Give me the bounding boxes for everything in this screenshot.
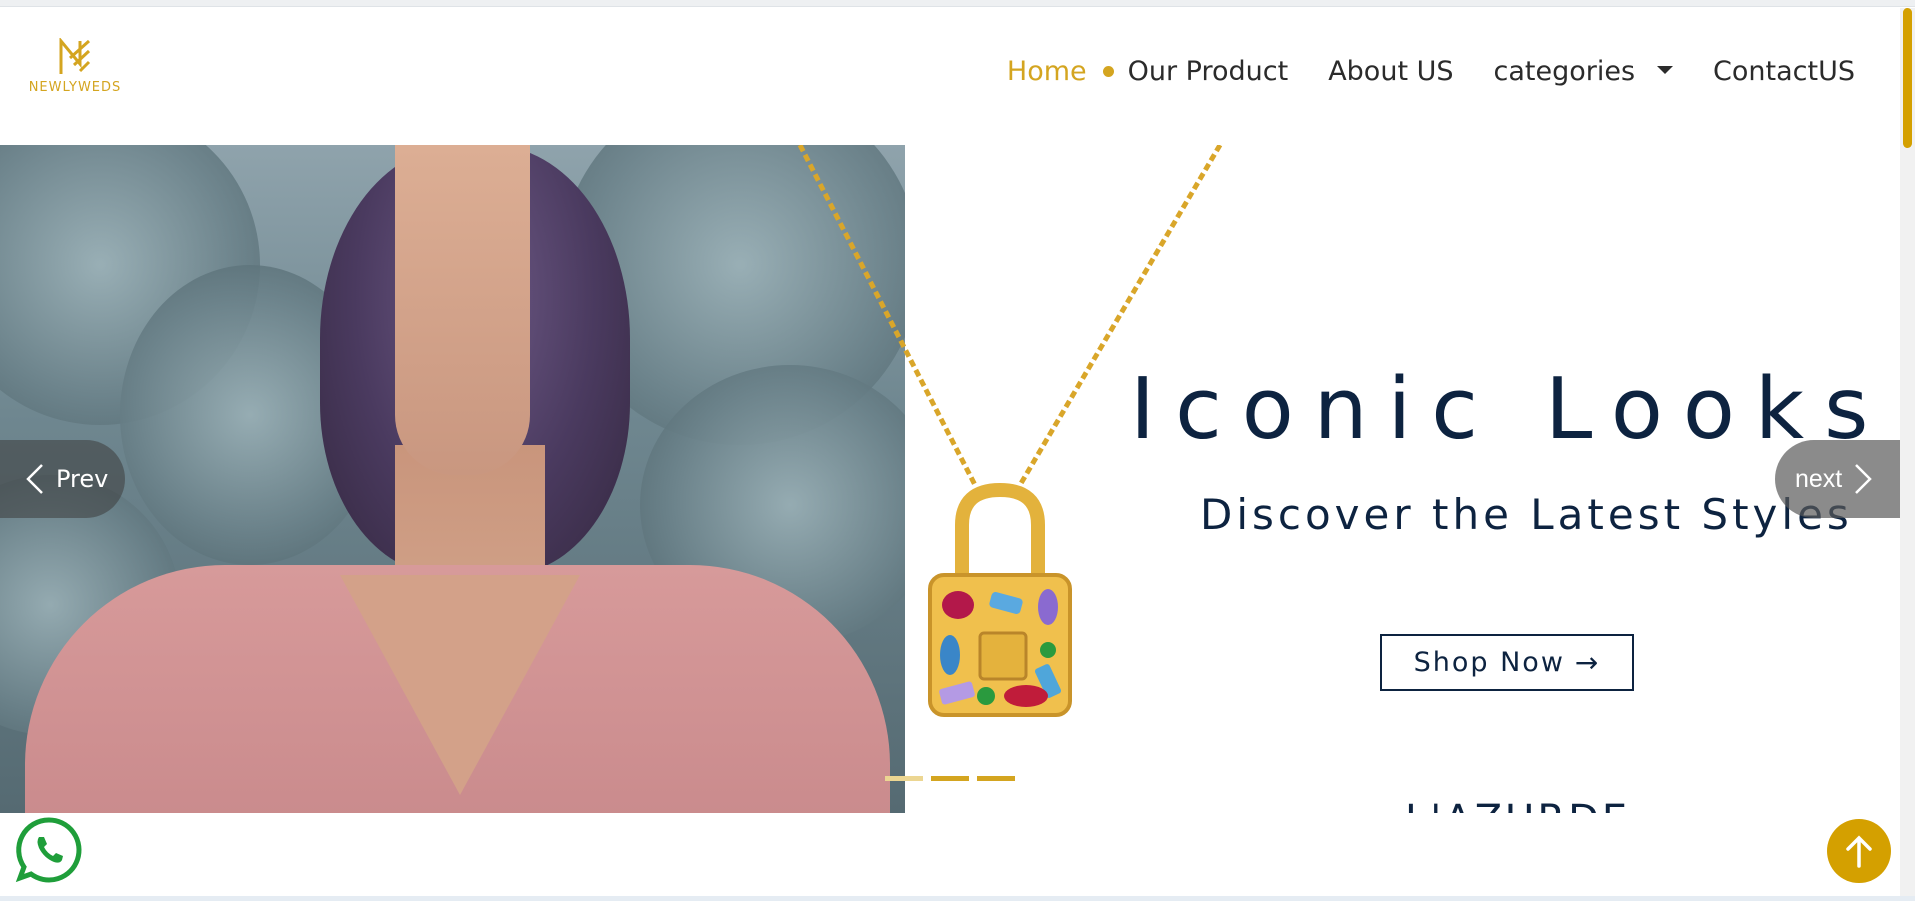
back-to-top-button[interactable] bbox=[1827, 819, 1891, 883]
whatsapp-button[interactable] bbox=[14, 815, 84, 885]
logo[interactable]: NEWLYWEDS bbox=[20, 38, 130, 113]
arrow-right-icon: → bbox=[1574, 646, 1601, 679]
next-label: next bbox=[1795, 464, 1843, 493]
hero-carousel: Iconic Looks Discover the Latest Styles … bbox=[0, 145, 1900, 813]
carousel-prev-button[interactable]: Prev bbox=[0, 440, 125, 518]
nav-our-product[interactable]: Our Product bbox=[1128, 56, 1289, 87]
model-photo bbox=[0, 145, 905, 813]
carousel-next-button[interactable]: next bbox=[1775, 440, 1900, 518]
page: NEWLYWEDS Home Our Product About US cate… bbox=[0, 0, 1915, 901]
carousel-indicator[interactable] bbox=[885, 776, 923, 781]
nav-home[interactable]: Home bbox=[1007, 56, 1087, 87]
whatsapp-icon bbox=[15, 817, 82, 883]
carousel-indicator[interactable] bbox=[977, 776, 1015, 781]
caret-down-icon bbox=[1657, 65, 1674, 74]
site-header: NEWLYWEDS Home Our Product About US cate… bbox=[0, 8, 1900, 144]
active-dot-icon bbox=[1102, 66, 1114, 77]
chevron-left-icon bbox=[26, 464, 43, 494]
nav-categories[interactable]: categories bbox=[1494, 56, 1674, 87]
hero-subtitle: Discover the Latest Styles bbox=[1200, 490, 1853, 539]
logo-text: NEWLYWEDS bbox=[28, 80, 122, 95]
carousel-indicator-active[interactable] bbox=[931, 776, 969, 781]
nav-contact[interactable]: ContactUS bbox=[1713, 56, 1855, 87]
shop-now-label: Shop Now bbox=[1413, 647, 1565, 678]
browser-top-edge bbox=[0, 0, 1915, 7]
nav-about[interactable]: About US bbox=[1328, 56, 1453, 87]
nav-categories-label: categories bbox=[1493, 56, 1636, 87]
carousel-indicators bbox=[885, 776, 1015, 781]
arrow-up-icon bbox=[1846, 835, 1872, 868]
chevron-right-icon bbox=[1855, 464, 1873, 494]
prev-label: Prev bbox=[56, 465, 109, 493]
hero-title: Iconic Looks bbox=[1130, 360, 1889, 459]
scrollbar-thumb[interactable] bbox=[1903, 8, 1912, 148]
main-nav: Home Our Product About US categories Con… bbox=[1007, 56, 1855, 87]
page-scrollbar[interactable] bbox=[1900, 8, 1915, 896]
brand-wordmark: L'AZURDE bbox=[1405, 797, 1630, 813]
browser-bottom-edge bbox=[0, 896, 1915, 901]
shop-now-button[interactable]: Shop Now → bbox=[1380, 634, 1634, 691]
logo-mark-icon bbox=[59, 38, 91, 74]
